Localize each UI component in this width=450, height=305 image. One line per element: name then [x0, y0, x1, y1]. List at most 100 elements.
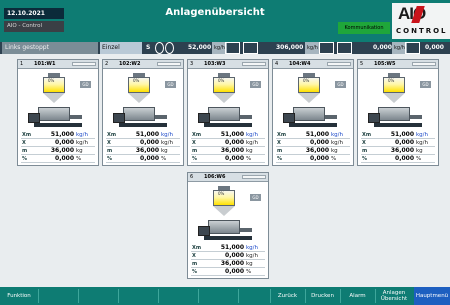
gd-badge[interactable]: GD	[80, 81, 91, 88]
card-header: 1 101:W1	[18, 60, 98, 69]
hopper-funnel	[213, 206, 235, 216]
actual-icon: X	[362, 140, 366, 146]
feeder-card[interactable]: 2 102:W2 0% GD Xm 51,000 kg/h X 0,000 kg/h m…	[102, 59, 184, 166]
feeder-card[interactable]: 1 101:W1 0% GD Xm 51,000 kg/h X 0,000 kg/h m…	[17, 59, 99, 166]
base-scale	[289, 123, 337, 127]
scale-icon	[155, 42, 164, 54]
value-rows: Xm 51,000 kg/h X 0,000 kg/h m 36,000 kg % 0,000…	[103, 131, 183, 163]
gd-badge[interactable]: GD	[250, 81, 261, 88]
feeder-icon	[405, 42, 420, 54]
rate-value: 51,000	[50, 131, 74, 138]
anlagen-label-2: Übersicht	[380, 296, 408, 302]
feeder-graphic: 0% GD	[358, 69, 438, 131]
motor	[198, 226, 210, 236]
third-value: 0,000	[373, 44, 392, 51]
card-header: 2 102:W2	[103, 60, 183, 69]
actual-value: 0,000	[395, 139, 414, 146]
hopper-funnel	[298, 93, 320, 103]
level-row: % 0,000%	[276, 155, 350, 163]
rate-row: Xm 51,000 kg/h	[106, 131, 180, 139]
card-header: 4 104:W4	[273, 60, 353, 69]
mode-einzel[interactable]: Einzel	[100, 42, 142, 54]
screw-feeder-graphic	[283, 105, 343, 129]
zurueck-button[interactable]: Zurück	[270, 287, 305, 305]
feeder-card[interactable]: 3 103:W3 0% GD Xm 51,000 kg/h X 0,000 kg/h m…	[187, 59, 269, 166]
rate-unit: kg/h	[246, 132, 259, 138]
feeder-icon	[319, 42, 334, 54]
base-scale	[34, 123, 82, 127]
status-bar: Links gestoppt Einzel S 52,000 kg/h 306,…	[0, 42, 450, 54]
card-number: 4	[275, 61, 279, 67]
feeder-graphic: 0% GD	[103, 69, 183, 131]
level-unit: %	[246, 156, 252, 162]
anlagen-uebersicht-button[interactable]: Anlagen Übersicht	[375, 287, 413, 305]
motor	[113, 113, 125, 123]
mass-row: m 36,000 kg	[361, 147, 435, 155]
actual-row: X 0,000 kg/h	[191, 252, 265, 260]
gd-badge[interactable]: GD	[335, 81, 346, 88]
level-icon: %	[192, 156, 198, 162]
scale-icon	[165, 42, 174, 54]
rate-icon: Xm	[192, 245, 202, 251]
datetime-display: 12.10.2021 11:07:06	[4, 8, 64, 28]
alarm-button[interactable]: Alarm	[340, 287, 375, 305]
card-number: 3	[190, 61, 194, 67]
actual-unit: kg/h	[76, 140, 89, 146]
outlet	[240, 115, 252, 119]
gd-badge[interactable]: GD	[250, 194, 261, 201]
fourth-value: 0,000	[425, 44, 444, 51]
feeder-graphic: 0% GD	[188, 69, 268, 131]
rate-row: Xm 51,000 kg/h	[21, 131, 95, 139]
mass-icon: m	[362, 148, 368, 154]
hopper-graphic: 0%	[40, 73, 68, 105]
mass-row: m 36,000 kg	[191, 260, 265, 268]
rate-unit: kg/h	[246, 245, 259, 251]
base-scale	[204, 236, 252, 240]
mass-value: 36,000	[50, 147, 74, 154]
rate-unit: kg/h	[161, 132, 174, 138]
actual-unit: kg/h	[246, 253, 259, 259]
actual-icon: X	[107, 140, 111, 146]
status-bar-indicator	[72, 62, 96, 66]
separator	[78, 289, 79, 303]
feeder-card[interactable]: 6 106:W6 0% GD Xm 51,000 kg/h X 0,000 kg/h m…	[187, 172, 269, 279]
level-value: 0,000	[310, 155, 329, 162]
level-unit: %	[76, 156, 82, 162]
rate-row: Xm 51,000 kg/h	[361, 131, 435, 139]
feeder-card[interactable]: 4 104:W4 0% GD Xm 51,000 kg/h X 0,000 kg/h m…	[272, 59, 354, 166]
mass-row: m 36,000 kg	[276, 147, 350, 155]
feeder-housing	[208, 107, 240, 121]
status-bar-indicator	[327, 62, 351, 66]
feeder-icon	[243, 42, 258, 54]
funktion-button[interactable]: Funktion	[0, 287, 38, 305]
mass-icon: m	[22, 148, 28, 154]
mass-icon: m	[107, 148, 113, 154]
card-id: 103:W3	[204, 61, 226, 67]
rate-unit: kg/h	[331, 132, 344, 138]
s-label: S	[146, 44, 151, 51]
feeder-graphic: 0% GD	[273, 69, 353, 131]
gd-badge[interactable]: GD	[420, 81, 431, 88]
mass-value: 36,000	[390, 147, 414, 154]
actual-value: 0,000	[225, 252, 244, 259]
screw-feeder-graphic	[28, 105, 88, 129]
mass-unit: kg	[246, 261, 253, 267]
page-title: Anlagenübersicht	[165, 7, 265, 18]
actual-value: 0,000	[310, 139, 329, 146]
feeder-housing	[208, 220, 240, 234]
status-bar-indicator	[242, 175, 266, 179]
motor	[28, 113, 40, 123]
feeder-card[interactable]: 5 105:W5 0% GD Xm 51,000 kg/h X 0,000 kg/h m…	[357, 59, 439, 166]
feeder-housing	[378, 107, 410, 121]
fill-percent: 0%	[218, 191, 225, 196]
rate-value: 51,000	[390, 131, 414, 138]
drucken-button[interactable]: Drucken	[305, 287, 340, 305]
gd-badge[interactable]: GD	[165, 81, 176, 88]
hauptmenu-button[interactable]: Hauptmenü	[414, 287, 450, 305]
fill-percent: 0%	[303, 78, 310, 83]
rate-icon: Xm	[362, 132, 372, 138]
actual-value: 0,000	[140, 139, 159, 146]
level-icon: %	[362, 156, 368, 162]
level-unit: %	[161, 156, 167, 162]
kommunikation-button[interactable]: Kommunikation	[338, 22, 390, 34]
